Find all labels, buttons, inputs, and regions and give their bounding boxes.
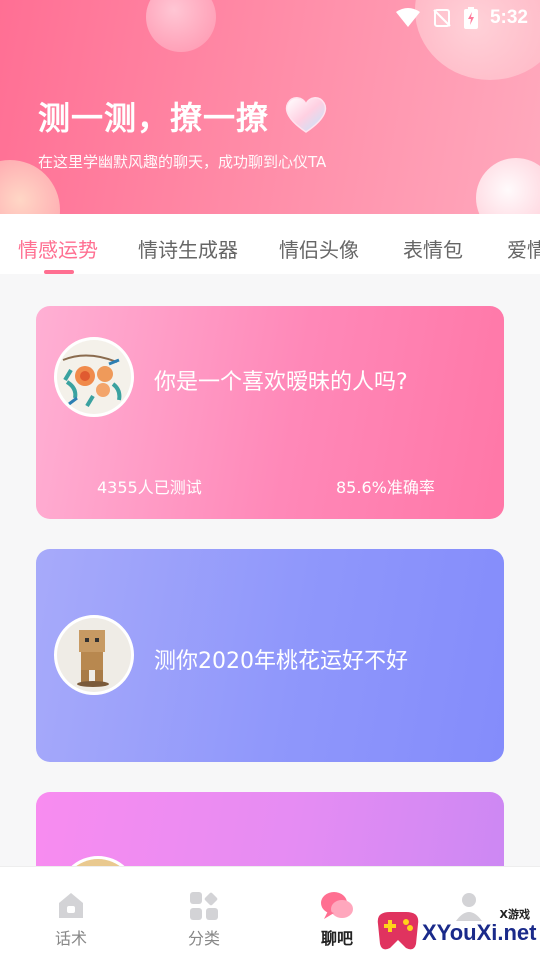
no-signal-icon — [433, 9, 451, 27]
status-time: 5:32 — [489, 7, 528, 28]
embroidery-flower-icon — [57, 340, 131, 414]
heart-icon — [285, 97, 327, 133]
quiz-thumbnail — [54, 615, 134, 695]
tab-love[interactable]: 爱情 — [507, 234, 540, 263]
quiz-title: 测你2020年桃花运好不好 — [154, 649, 408, 674]
gamepad-logo-icon — [377, 912, 419, 950]
tab-active-indicator — [44, 270, 74, 274]
nav-label: 分类 — [187, 929, 220, 948]
header-banner: 5:32 测一测，撩一撩 在这里学幽默风趣的聊天，成功聊到心仪TA — [0, 0, 540, 214]
quiz-card[interactable]: 测你2020年桃花运好不好 — [36, 549, 504, 762]
status-bar: 5:32 — [0, 0, 540, 36]
tab-stickers[interactable]: 表情包 — [403, 234, 463, 263]
category-tabs: 情感运势 情诗生成器 情侣头像 表情包 爱情 — [0, 214, 540, 274]
quiz-thumbnail — [54, 337, 134, 417]
quiz-card[interactable]: 你是一个喜欢暧昧的人吗? 4355人已测试 85.6%准确率 — [36, 306, 504, 519]
accuracy-rate: 85.6%准确率 — [336, 478, 435, 497]
decor-bubble — [476, 158, 540, 214]
tested-count: 4355人已测试 — [97, 478, 202, 497]
battery-charging-icon — [463, 7, 478, 29]
site-watermark: X游戏 XYouXi.net — [370, 898, 540, 960]
nav-item-categories[interactable]: 分类 — [159, 867, 249, 960]
grid-icon — [190, 892, 218, 920]
header-subtitle: 在这里学幽默风趣的聊天，成功聊到心仪TA — [38, 153, 327, 171]
chat-icon — [321, 892, 353, 919]
tab-love-poem-generator[interactable]: 情诗生成器 — [138, 234, 238, 263]
nav-label: 话术 — [54, 929, 87, 948]
quiz-title: 你是一个喜欢暧昧的人吗? — [154, 370, 408, 395]
cardboard-robot-icon — [57, 618, 131, 692]
nav-item-tips[interactable]: 话术 — [26, 867, 116, 960]
tab-emotion-fortune[interactable]: 情感运势 — [18, 234, 98, 263]
wifi-icon — [395, 8, 420, 27]
home-icon — [59, 893, 83, 918]
tab-couple-avatars[interactable]: 情侣头像 — [279, 234, 359, 263]
watermark-site-name: XYouXi.net — [422, 920, 537, 945]
nav-item-chat[interactable]: 聊吧 — [292, 867, 382, 960]
nav-label: 聊吧 — [320, 929, 353, 948]
page-title: 测一测，撩一撩 — [38, 99, 270, 137]
